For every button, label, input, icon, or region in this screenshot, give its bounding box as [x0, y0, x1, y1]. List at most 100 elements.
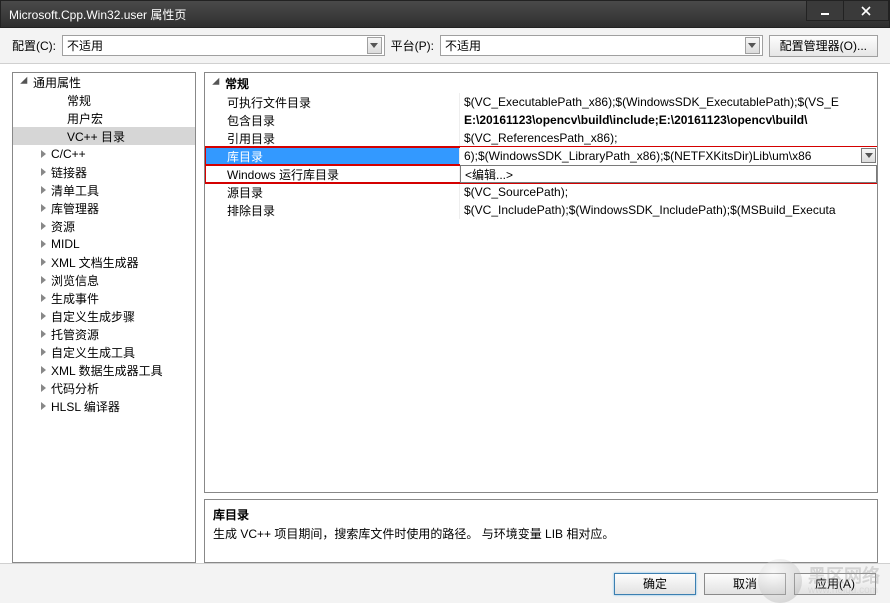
expander-closed-icon: [37, 330, 49, 338]
tree-item-label: 自定义生成步骤: [51, 308, 135, 325]
description-text: 生成 VC++ 项目期间，搜索库文件时使用的路径。 与环境变量 LIB 相对应。: [213, 525, 869, 542]
tree-item[interactable]: 常规: [13, 91, 195, 109]
tree-item[interactable]: MIDL: [13, 235, 195, 253]
tree-item[interactable]: XML 数据生成器工具: [13, 361, 195, 379]
tree-item-label: XML 文档生成器: [51, 254, 139, 271]
expander-closed-icon: [37, 348, 49, 356]
property-value[interactable]: $(VC_IncludePath);$(WindowsSDK_IncludePa…: [460, 201, 877, 219]
tree-item[interactable]: 自定义生成步骤: [13, 307, 195, 325]
tree-item-label: 自定义生成工具: [51, 344, 135, 361]
expander-open-icon: [211, 78, 223, 88]
tree-item[interactable]: 清单工具: [13, 181, 195, 199]
tree-item-label: 清单工具: [51, 182, 99, 199]
property-row[interactable]: Windows 运行库目录<编辑...>: [205, 165, 877, 183]
tree-item[interactable]: 生成事件: [13, 289, 195, 307]
property-row[interactable]: 库目录6);$(WindowsSDK_LibraryPath_x86);$(NE…: [205, 147, 877, 165]
right-column: 常规可执行文件目录$(VC_ExecutablePath_x86);$(Wind…: [204, 72, 878, 563]
config-combo[interactable]: 不适用: [62, 35, 385, 56]
expander-closed-icon: [37, 168, 49, 176]
tree-item[interactable]: C/C++: [13, 145, 195, 163]
tree-item-label: MIDL: [51, 237, 80, 251]
chevron-down-icon: [745, 37, 760, 54]
property-row[interactable]: 引用目录$(VC_ReferencesPath_x86);: [205, 129, 877, 147]
property-label: 源目录: [205, 183, 460, 201]
property-row[interactable]: 可执行文件目录$(VC_ExecutablePath_x86);$(Window…: [205, 93, 877, 111]
expander-closed-icon: [37, 204, 49, 212]
property-row[interactable]: 包含目录E:\20161123\opencv\build\include;E:\…: [205, 111, 877, 129]
config-toolbar: 配置(C): 不适用 平台(P): 不适用 配置管理器(O)...: [0, 28, 890, 64]
tree-item-label: 用户宏: [67, 110, 103, 127]
platform-value: 不适用: [445, 37, 481, 54]
property-row[interactable]: 源目录$(VC_SourcePath);: [205, 183, 877, 201]
property-grid[interactable]: 常规可执行文件目录$(VC_ExecutablePath_x86);$(Wind…: [204, 72, 878, 493]
tree-item-label: 生成事件: [51, 290, 99, 307]
property-group-header[interactable]: 常规: [205, 73, 877, 93]
tree-item-label: 浏览信息: [51, 272, 99, 289]
tree-item-label: HLSL 编译器: [51, 398, 120, 415]
config-manager-button[interactable]: 配置管理器(O)...: [769, 35, 878, 57]
platform-combo[interactable]: 不适用: [440, 35, 763, 56]
property-label: 引用目录: [205, 129, 460, 147]
expander-closed-icon: [37, 294, 49, 302]
window-buttons: [807, 1, 889, 27]
close-button[interactable]: [843, 1, 889, 21]
dropdown-button[interactable]: [861, 148, 876, 163]
tree-item[interactable]: 自定义生成工具: [13, 343, 195, 361]
chevron-down-icon: [367, 37, 382, 54]
apply-button[interactable]: 应用(A): [794, 573, 876, 595]
property-label: 库目录: [205, 147, 460, 165]
property-value[interactable]: 6);$(WindowsSDK_LibraryPath_x86);$(NETFX…: [460, 147, 877, 165]
description-box: 库目录 生成 VC++ 项目期间，搜索库文件时使用的路径。 与环境变量 LIB …: [204, 499, 878, 563]
description-title: 库目录: [213, 506, 869, 523]
minimize-button[interactable]: [806, 1, 844, 21]
expander-closed-icon: [37, 402, 49, 410]
tree-item-label: 链接器: [51, 164, 87, 181]
config-label: 配置(C):: [12, 37, 56, 54]
property-label: 包含目录: [205, 111, 460, 129]
property-value[interactable]: $(VC_ReferencesPath_x86);: [460, 129, 877, 147]
titlebar: Microsoft.Cpp.Win32.user 属性页: [0, 0, 890, 28]
tree-item[interactable]: 库管理器: [13, 199, 195, 217]
property-label: 排除目录: [205, 201, 460, 219]
property-value[interactable]: $(VC_SourcePath);: [460, 183, 877, 201]
expander-closed-icon: [37, 276, 49, 284]
tree-item-label: 常规: [67, 92, 91, 109]
property-value[interactable]: $(VC_ExecutablePath_x86);$(WindowsSDK_Ex…: [460, 93, 877, 111]
tree-item-label: 库管理器: [51, 200, 99, 217]
property-row[interactable]: 排除目录$(VC_IncludePath);$(WindowsSDK_Inclu…: [205, 201, 877, 219]
expander-closed-icon: [37, 150, 49, 158]
property-value[interactable]: <编辑...>: [460, 165, 877, 183]
tree-item-label: VC++ 目录: [67, 128, 125, 145]
config-value: 不适用: [67, 37, 103, 54]
tree-item[interactable]: 链接器: [13, 163, 195, 181]
expander-closed-icon: [37, 240, 49, 248]
tree-item[interactable]: VC++ 目录: [13, 127, 195, 145]
tree-item-label: 代码分析: [51, 380, 99, 397]
chevron-down-icon: [865, 153, 873, 158]
tree-item-label: XML 数据生成器工具: [51, 362, 163, 379]
tree-item[interactable]: 浏览信息: [13, 271, 195, 289]
tree-root[interactable]: 通用属性: [13, 73, 195, 91]
expander-closed-icon: [37, 222, 49, 230]
expander-closed-icon: [37, 366, 49, 374]
property-label: 可执行文件目录: [205, 93, 460, 111]
tree-item-label: C/C++: [51, 147, 86, 161]
tree-item[interactable]: 托管资源: [13, 325, 195, 343]
tree-item[interactable]: 代码分析: [13, 379, 195, 397]
ok-button[interactable]: 确定: [614, 573, 696, 595]
window-title: Microsoft.Cpp.Win32.user 属性页: [9, 6, 186, 23]
expander-open-icon: [19, 77, 31, 87]
tree-item[interactable]: 资源: [13, 217, 195, 235]
category-tree[interactable]: 通用属性常规用户宏VC++ 目录 C/C++ 链接器清单工具库管理器资源 MIDL XM…: [12, 72, 196, 563]
tree-item[interactable]: HLSL 编译器: [13, 397, 195, 415]
expander-closed-icon: [37, 384, 49, 392]
tree-item[interactable]: 用户宏: [13, 109, 195, 127]
main-area: 通用属性常规用户宏VC++ 目录C/C++链接器清单工具库管理器资源MIDLXM…: [0, 64, 890, 563]
cancel-button[interactable]: 取消: [704, 573, 786, 595]
property-value[interactable]: E:\20161123\opencv\build\include;E:\2016…: [460, 111, 877, 129]
expander-closed-icon: [37, 312, 49, 320]
expander-closed-icon: [37, 258, 49, 266]
expander-closed-icon: [37, 186, 49, 194]
tree-item[interactable]: XML 文档生成器: [13, 253, 195, 271]
platform-label: 平台(P):: [391, 37, 434, 54]
